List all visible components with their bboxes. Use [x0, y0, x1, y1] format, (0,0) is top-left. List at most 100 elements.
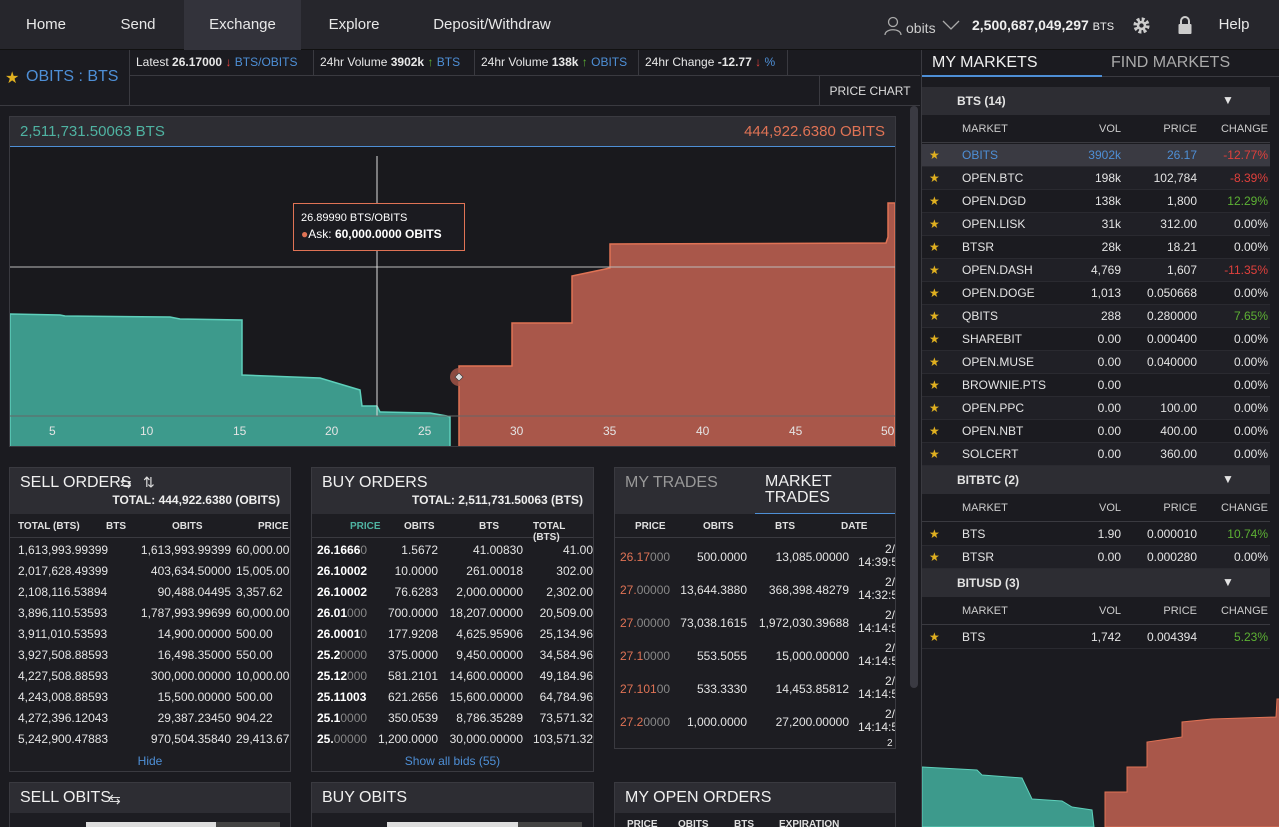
favorite-star-icon[interactable]: ★	[929, 443, 940, 466]
table-row[interactable]: 4,272,396.12043 29,387.23450 904.22	[10, 707, 290, 728]
favorite-star-icon[interactable]: ★	[929, 259, 940, 282]
sell-balance-bar	[86, 822, 216, 827]
table-cell: 4,243,008.88593	[18, 690, 109, 704]
market-row[interactable]: ★ OPEN.DOGE 1,013 0.050668 0.00%	[922, 282, 1270, 305]
market-row[interactable]: ★ SHAREBIT 0.00 0.000400 0.00%	[922, 328, 1270, 351]
favorite-star-icon[interactable]: ★	[929, 213, 940, 236]
main-scrollbar[interactable]	[910, 106, 918, 688]
collapse-triangle-icon[interactable]: ▼	[1222, 93, 1234, 107]
table-row[interactable]: 3,911,010.53593 14,900.00000 500.00	[10, 623, 290, 644]
table-row[interactable]: 25.20000 375.0000 9,450.00000 34,584.96	[312, 644, 593, 665]
swap-icon[interactable]: ⇆	[120, 475, 132, 492]
market-row[interactable]: ★ OBITS 3902k 26.17 -12.77%	[922, 144, 1270, 167]
market-group-header[interactable]: BITBTC (2) ▼	[922, 466, 1270, 494]
x-tick: 40	[696, 424, 710, 438]
gear-icon[interactable]	[1132, 16, 1151, 35]
table-row[interactable]: 25.10000 350.0539 8,786.35289 73,571.32	[312, 707, 593, 728]
market-row[interactable]: ★ OPEN.DGD 138k 1,800 12.29%	[922, 190, 1270, 213]
trade-date: 2	[887, 738, 893, 749]
market-name: OPEN.DASH	[962, 259, 1033, 282]
market-group-header[interactable]: BITUSD (3) ▼	[922, 569, 1270, 597]
market-row[interactable]: ★ BROWNIE.PTS 0.00 0.00%	[922, 374, 1270, 397]
sell-orders-total: TOTAL: 444,922.6380 (OBITS)	[112, 493, 280, 507]
depth-chart-plot[interactable]	[10, 148, 895, 446]
table-row[interactable]: 25.00000 1,200.0000 30,000.00000 103,571.32	[312, 728, 593, 749]
nav-exchange[interactable]: Exchange	[184, 0, 301, 50]
price-chart-button[interactable]: PRICE CHART	[819, 76, 920, 106]
table-row[interactable]: 26.10002 10.0000 261.00018 302.00	[312, 560, 593, 581]
show-all-bids-button[interactable]: Show all bids (55)	[312, 750, 593, 772]
market-volume: 0.00	[1097, 332, 1121, 346]
lock-icon[interactable]	[1177, 15, 1193, 35]
favorite-star-icon[interactable]: ★	[929, 305, 940, 328]
table-row[interactable]: 26.10002 76.6283 2,000.00000 2,302.00	[312, 581, 593, 602]
nav-help[interactable]: Help	[1206, 0, 1262, 50]
favorite-star-icon[interactable]: ★	[929, 328, 940, 351]
table-row[interactable]: 26.16660 1.5672 41.00830 41.00	[312, 539, 593, 560]
market-prefix: OPEN.	[962, 286, 1000, 300]
table-row[interactable]: 1,613,993.99399 1,613,993.99399 60,000.00	[10, 539, 290, 560]
sort-icon[interactable]: ⇅	[143, 474, 155, 491]
favorite-star-icon[interactable]: ★	[929, 190, 940, 213]
market-row[interactable]: ★ OPEN.NBT 0.00 400.00 0.00%	[922, 420, 1270, 443]
tab-my-trades[interactable]: MY TRADES	[625, 474, 718, 492]
nav-deposit-withdraw[interactable]: Deposit/Withdraw	[407, 0, 577, 50]
market-row[interactable]: ★ OPEN.PPC 0.00 100.00 0.00%	[922, 397, 1270, 420]
table-row[interactable]: 26.01000 700.0000 18,207.00000 20,509.00	[312, 602, 593, 623]
table-row[interactable]: 4,243,008.88593 15,500.00000 500.00	[10, 686, 290, 707]
table-row[interactable]: 25.11003 621.2656 15,600.00000 64,784.96	[312, 686, 593, 707]
table-row[interactable]: 3,896,110.53593 1,787,993.99699 60,000.00	[10, 602, 290, 623]
favorite-star-icon[interactable]: ★	[929, 546, 940, 569]
market-pair[interactable]: OBITS : BTS	[26, 68, 118, 86]
market-group-name: BTS (14)	[957, 94, 1006, 108]
tab-find-markets[interactable]: FIND MARKETS	[1102, 50, 1279, 77]
table-cell: 553.5055	[696, 649, 747, 663]
markets-sidebar: MY MARKETS FIND MARKETS BTS (14) ▼ MARKET V…	[921, 50, 1279, 827]
hide-button[interactable]: Hide	[10, 750, 290, 772]
favorite-star-icon[interactable]: ★	[929, 523, 940, 546]
market-row[interactable]: ★ BTS 1,742 0.004394 5.23%	[922, 626, 1270, 649]
collapse-triangle-icon[interactable]: ▼	[1222, 472, 1234, 486]
market-row[interactable]: ★ OPEN.LISK 31k 312.00 0.00%	[922, 213, 1270, 236]
market-row[interactable]: ★ BTSR 0.00 0.000280 0.00%	[922, 546, 1270, 569]
market-row[interactable]: ★ BTS 1.90 0.000010 10.74%	[922, 523, 1270, 546]
favorite-star-icon[interactable]: ★	[5, 68, 19, 88]
favorite-star-icon[interactable]: ★	[929, 282, 940, 305]
market-volume: 28k	[1101, 240, 1121, 254]
favorite-star-icon[interactable]: ★	[929, 374, 940, 397]
collapse-triangle-icon[interactable]: ▼	[1222, 575, 1234, 589]
favorite-star-icon[interactable]: ★	[929, 167, 940, 190]
market-change: 7.65%	[1233, 309, 1268, 323]
trade-row: 27.10000 553.5055 15,000.00000 2/14:14:5	[615, 638, 895, 671]
favorite-star-icon[interactable]: ★	[929, 144, 940, 167]
tab-market-trades[interactable]: MARKET TRADES	[755, 468, 895, 514]
table-row[interactable]: 3,927,508.88593 16,498.35000 550.00	[10, 644, 290, 665]
table-row[interactable]: 2,017,628.49399 403,634.50000 15,005.00	[10, 560, 290, 581]
swap-icon[interactable]: ⇆	[109, 791, 121, 808]
nav-send[interactable]: Send	[92, 0, 184, 50]
table-row[interactable]: 5,242,900.47883 970,504.35840 29,413.67	[10, 728, 290, 749]
table-row[interactable]: 4,227,508.88593 300,000.00000 10,000.00	[10, 665, 290, 686]
favorite-star-icon[interactable]: ★	[929, 397, 940, 420]
market-row[interactable]: ★ OPEN.DASH 4,769 1,607 -11.35%	[922, 259, 1270, 282]
table-row[interactable]: 25.12000 581.2101 14,600.00000 49,184.96	[312, 665, 593, 686]
market-row[interactable]: ★ OPEN.BTC 198k 102,784 -8.39%	[922, 167, 1270, 190]
trades-panel: MY TRADES MARKET TRADES PRICE OBITS BTS D…	[614, 467, 896, 749]
market-row[interactable]: ★ SOLCERT 0.00 360.00 0.00%	[922, 443, 1270, 466]
favorite-star-icon[interactable]: ★	[929, 420, 940, 443]
favorite-star-icon[interactable]: ★	[929, 236, 940, 259]
account-selector[interactable]: obits	[884, 14, 962, 38]
table-row[interactable]: 26.00010 177.9208 4,625.95906 25,134.96	[312, 623, 593, 644]
market-row[interactable]: ★ OPEN.MUSE 0.00 0.040000 0.00%	[922, 351, 1270, 374]
favorite-star-icon[interactable]: ★	[929, 351, 940, 374]
market-group-header[interactable]: BTS (14) ▼	[922, 87, 1270, 115]
table-cell: 4,227,508.88593	[18, 669, 109, 683]
market-row[interactable]: ★ BTSR 28k 18.21 0.00%	[922, 236, 1270, 259]
nav-explore[interactable]: Explore	[301, 0, 407, 50]
favorite-star-icon[interactable]: ★	[929, 626, 940, 649]
market-row[interactable]: ★ QBITS 288 0.280000 7.65%	[922, 305, 1270, 328]
table-row[interactable]: 2,108,116.53894 90,488.04495 3,357.62	[10, 581, 290, 602]
x-tick: 10	[140, 424, 154, 438]
tab-my-markets[interactable]: MY MARKETS	[922, 50, 1102, 77]
nav-home[interactable]: Home	[0, 0, 92, 50]
